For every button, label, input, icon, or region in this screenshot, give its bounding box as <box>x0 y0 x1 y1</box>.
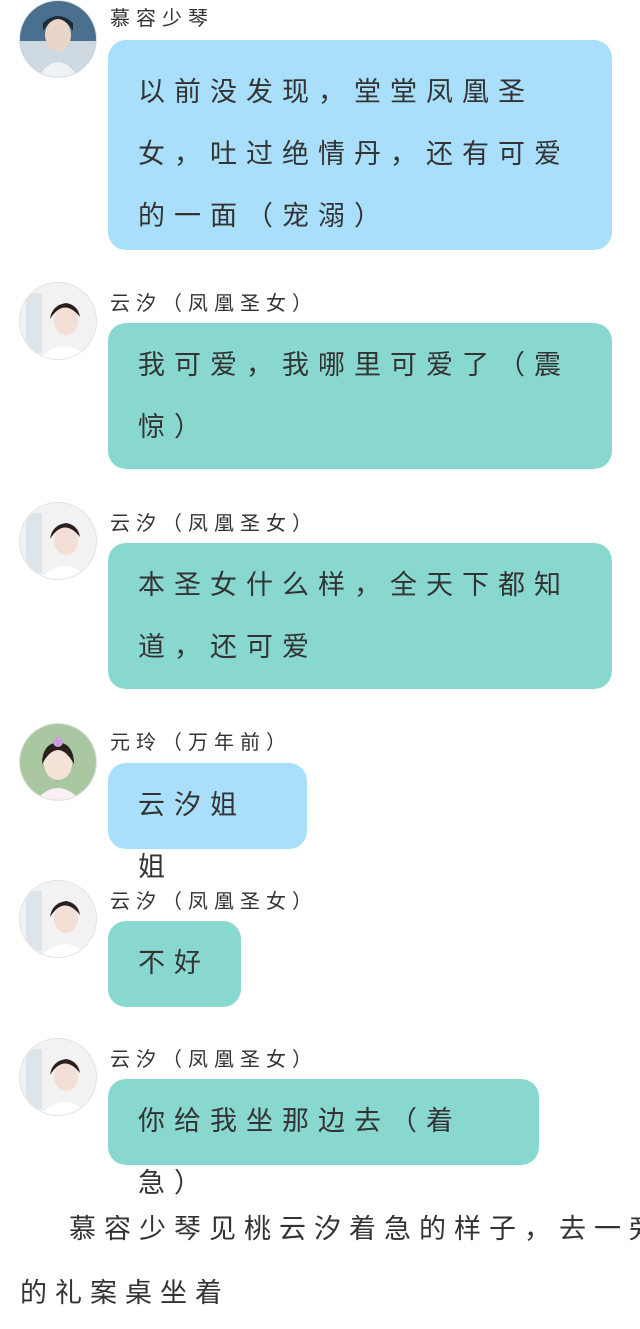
avatar[interactable] <box>20 724 96 800</box>
sender-name: 慕容少琴 <box>110 6 214 30</box>
sender-name: 元玲（万年前） <box>110 730 292 754</box>
female-portrait-2-icon <box>20 724 96 800</box>
male-portrait-icon <box>20 1 96 77</box>
female-portrait-icon <box>20 503 96 579</box>
sender-name: 云汐（凤凰圣女） <box>110 1047 318 1071</box>
female-portrait-icon <box>20 283 96 359</box>
avatar[interactable] <box>20 503 96 579</box>
avatar[interactable] <box>20 283 96 359</box>
sender-name: 云汐（凤凰圣女） <box>110 291 318 315</box>
message-bubble: 以前没发现，堂堂凤凰圣女，吐过绝情丹，还有可爱的一面（宠溺） <box>108 40 612 250</box>
narration-line-2: 的礼案桌坐着 <box>20 1278 230 1309</box>
female-portrait-icon <box>20 1039 96 1115</box>
sender-name: 云汐（凤凰圣女） <box>110 511 318 535</box>
message-bubble: 云汐姐姐 <box>108 763 307 883</box>
avatar[interactable] <box>20 1039 96 1115</box>
avatar[interactable] <box>20 1 96 77</box>
message-bubble: 你给我坐那边去（着急） <box>108 1079 539 1199</box>
avatar[interactable] <box>20 881 96 957</box>
message-bubble: 本圣女什么样，全天下都知道，还可爱 <box>108 543 612 689</box>
sender-name: 云汐（凤凰圣女） <box>110 889 318 913</box>
narration-line-1: 慕容少琴见桃云汐着急的样子，去一旁 <box>34 1214 640 1245</box>
message-bubble: 不好 <box>108 921 241 1007</box>
message-bubble: 我可爱，我哪里可爱了（震惊） <box>108 323 612 469</box>
female-portrait-icon <box>20 881 96 957</box>
